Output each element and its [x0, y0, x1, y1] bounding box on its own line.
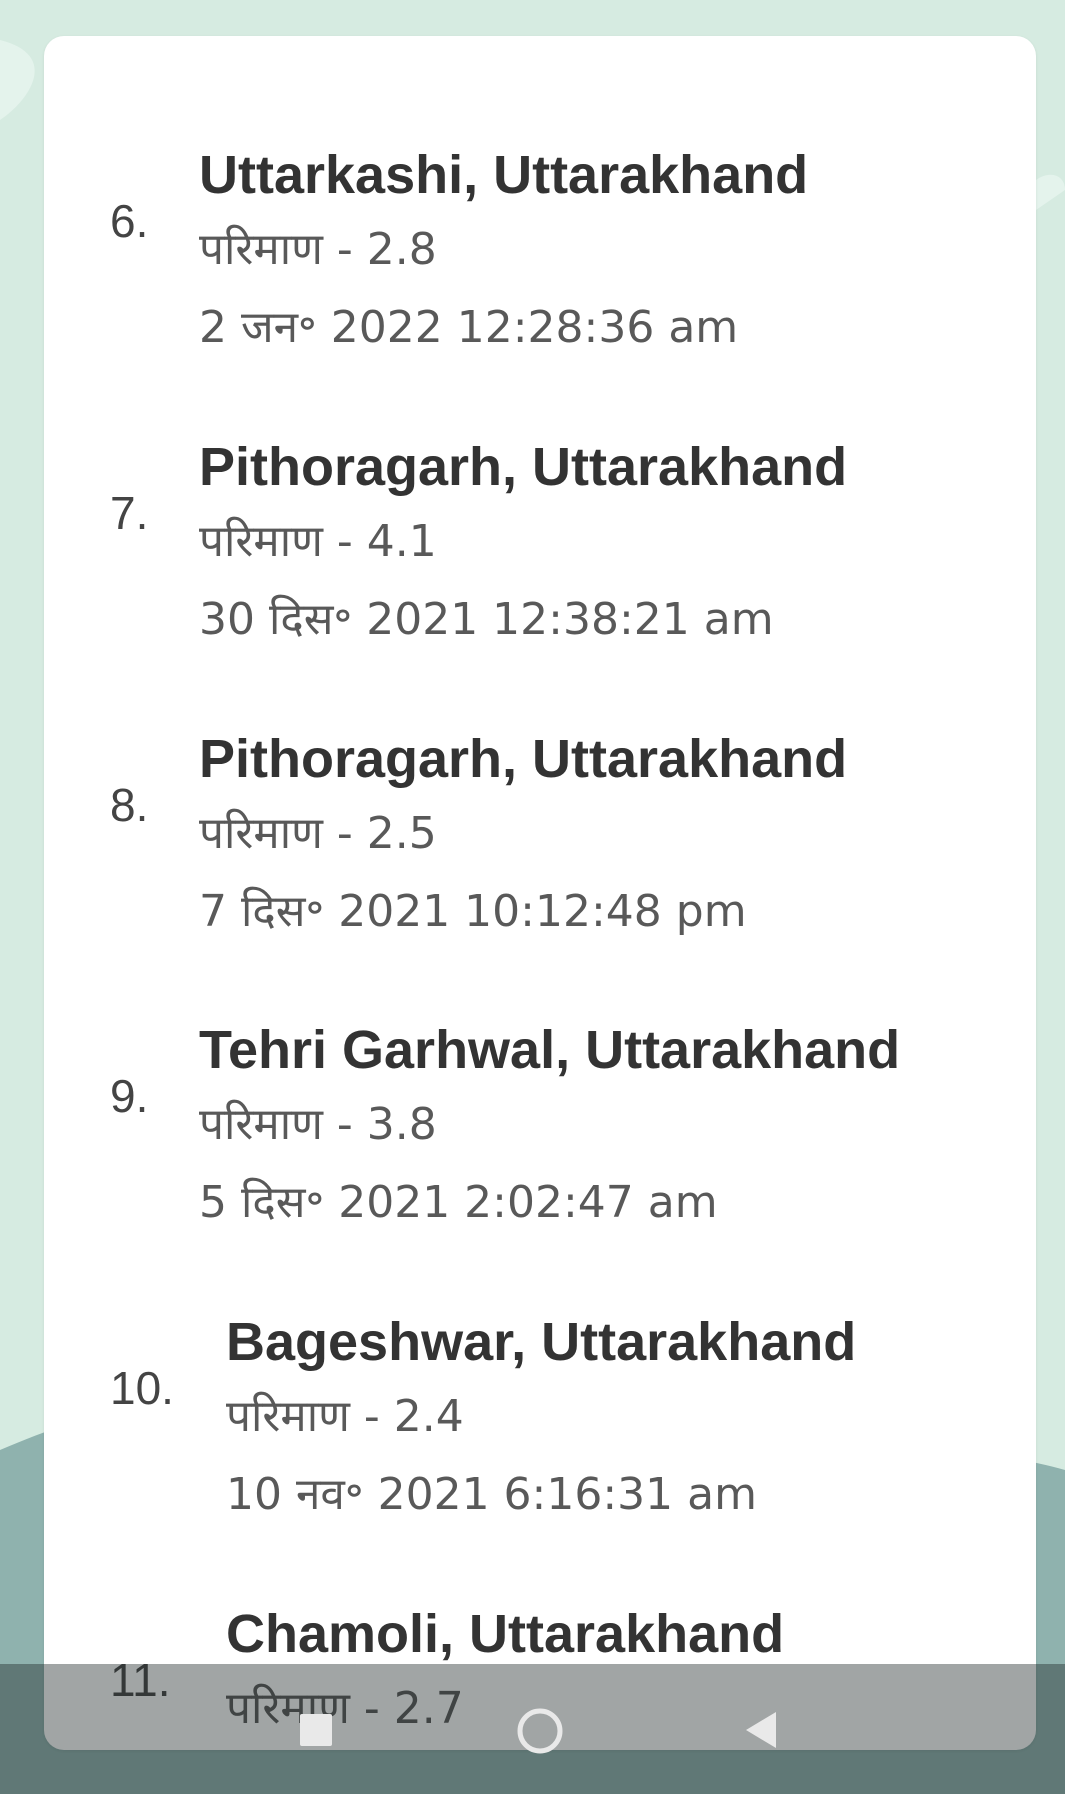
location-name: Uttarkashi, Uttarakhand	[199, 145, 809, 205]
location-name: Bageshwar, Uttarakhand	[226, 1312, 857, 1372]
magnitude-text: परिमाण - 2.4	[226, 1391, 464, 1442]
timestamp-text: 10 नव॰ 2021 6:16:31 am	[226, 1469, 757, 1520]
rank-number: 9.	[110, 1070, 149, 1122]
earthquake-list-card: 6. Uttarkashi, Uttarakhand परिमाण - 2.8 …	[44, 36, 1036, 1750]
square-icon[interactable]	[294, 1708, 338, 1752]
list-item[interactable]: 7. Pithoragarh, Uttarakhand परिमाण - 4.1…	[44, 368, 1036, 660]
location-name: Tehri Garhwal, Uttarakhand	[199, 1020, 901, 1080]
timestamp-text: 7 दिस॰ 2021 10:12:48 pm	[199, 886, 747, 937]
list-item[interactable]: 9. Tehri Garhwal, Uttarakhand परिमाण - 3…	[44, 951, 1036, 1243]
rank-number: 8.	[110, 779, 149, 831]
magnitude-text: परिमाण - 2.8	[199, 224, 437, 275]
magnitude-text: परिमाण - 2.5	[199, 808, 437, 859]
timestamp-text: 5 दिस॰ 2021 2:02:47 am	[199, 1177, 718, 1228]
list-item[interactable]: 8. Pithoragarh, Uttarakhand परिमाण - 2.5…	[44, 660, 1036, 952]
location-name: Pithoragarh, Uttarakhand	[199, 437, 848, 497]
rank-number: 6.	[110, 195, 149, 247]
triangle-back-icon[interactable]	[740, 1708, 784, 1752]
location-name: Chamoli, Uttarakhand	[226, 1604, 785, 1664]
timestamp-text: 30 दिस॰ 2021 12:38:21 am	[199, 594, 774, 645]
system-navigation-bar	[0, 1664, 1065, 1794]
circle-icon[interactable]	[515, 1706, 565, 1756]
location-name: Pithoragarh, Uttarakhand	[199, 729, 848, 789]
magnitude-text: परिमाण - 4.1	[199, 516, 437, 567]
rank-number: 10.	[110, 1362, 174, 1414]
magnitude-text: परिमाण - 3.8	[199, 1099, 437, 1150]
list-item[interactable]: 6. Uttarkashi, Uttarakhand परिमाण - 2.8 …	[44, 76, 1036, 368]
list-item[interactable]: 10. Bageshwar, Uttarakhand परिमाण - 2.4 …	[44, 1243, 1036, 1535]
timestamp-text: 2 जन॰ 2022 12:28:36 am	[199, 302, 739, 353]
rank-number: 7.	[110, 487, 149, 539]
